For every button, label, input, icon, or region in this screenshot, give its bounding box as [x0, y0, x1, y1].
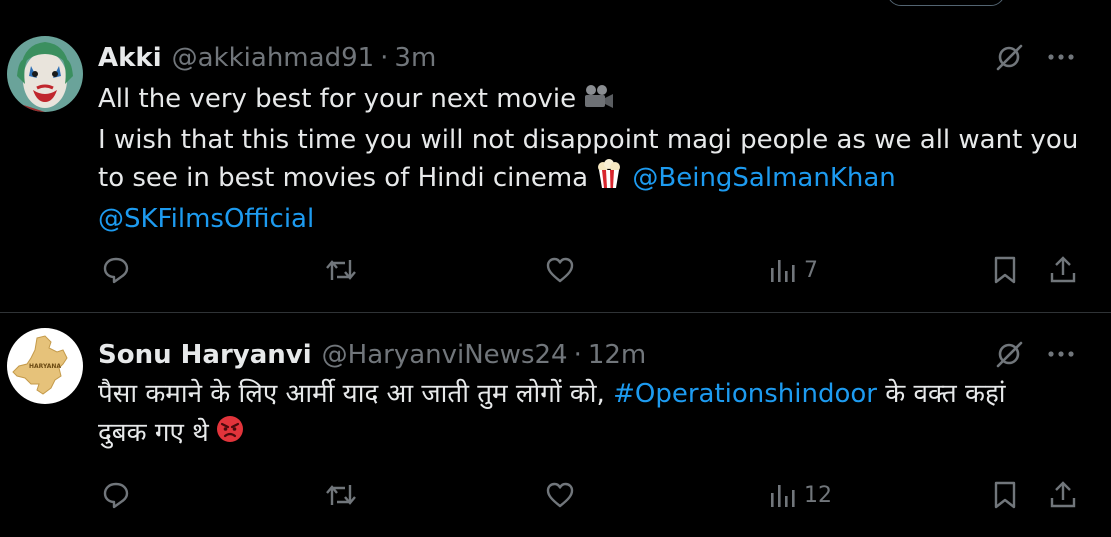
bookmark-button[interactable]: [992, 475, 1018, 515]
reply-button[interactable]: [101, 475, 131, 515]
heart-icon: [546, 257, 574, 283]
tweet-actions: 7: [0, 250, 1111, 290]
tweet-text: All the very best for your next movie I …: [98, 81, 1088, 238]
tweet-text-segment: के वक्त कहां: [885, 379, 1006, 409]
views-icon: [771, 260, 795, 282]
separator-dot: ·: [573, 340, 582, 370]
movie-camera-icon: [582, 84, 614, 122]
tweet[interactable]: Akki @akkiahmad91 · 3m All the very best…: [0, 22, 1111, 312]
like-button[interactable]: [545, 475, 575, 515]
tweet-line: पैसा कमाने के लिए आर्मी याद आ जाती तुम ल…: [98, 376, 1088, 414]
tweet-line: @SKFilmsOfficial: [98, 201, 1088, 239]
tweet-actions: 12: [0, 475, 1111, 515]
avatar[interactable]: [7, 36, 83, 112]
angry-face-icon: [215, 414, 245, 456]
views-icon: [771, 485, 795, 507]
tweet-text-segment: I wish that this time you will not disap…: [98, 124, 1079, 155]
repost-button[interactable]: [325, 250, 357, 290]
display-name[interactable]: Sonu Haryanvi: [98, 337, 312, 373]
user-handle[interactable]: @HaryanviNews24: [322, 337, 568, 373]
share-icon: [1050, 256, 1076, 283]
timestamp[interactable]: 12m: [588, 337, 646, 373]
bookmark-button[interactable]: [992, 250, 1018, 290]
user-handle[interactable]: @akkiahmad91: [172, 40, 375, 76]
tweet-line: I wish that this time you will not disap…: [98, 122, 1088, 160]
like-button[interactable]: [545, 250, 575, 290]
display-name[interactable]: Akki: [98, 40, 162, 76]
more-options-icon[interactable]: [1046, 52, 1076, 62]
timestamp[interactable]: 3m: [394, 40, 436, 76]
top-pill-button[interactable]: [887, 0, 1005, 6]
bookmark-icon: [994, 256, 1016, 284]
repost-icon: [326, 485, 356, 505]
repost-button[interactable]: [325, 475, 357, 515]
tweet-text: पैसा कमाने के लिए आर्मी याद आ जाती तुम ल…: [98, 376, 1088, 455]
timeline: Akki @akkiahmad91 · 3m All the very best…: [0, 0, 1111, 537]
tweet-header-actions: [994, 339, 1076, 369]
tweet-line: दुबक गए थे: [98, 414, 1088, 456]
bookmark-icon: [994, 481, 1016, 509]
popcorn-icon: [594, 159, 624, 201]
joker-avatar-icon: [7, 36, 83, 112]
views-count: 7: [804, 257, 818, 283]
mention-link[interactable]: @BeingSalmanKhan: [632, 163, 895, 193]
share-icon: [1050, 481, 1076, 508]
separator-dot: ·: [380, 43, 389, 73]
grok-icon[interactable]: [994, 42, 1024, 72]
reply-button[interactable]: [101, 250, 131, 290]
views-count: 12: [804, 482, 832, 508]
tweet-header-actions: [994, 42, 1076, 72]
haryana-map-avatar-icon: HARYANA: [7, 328, 83, 404]
share-button[interactable]: [1048, 250, 1078, 290]
tweet-line: All the very best for your next movie: [98, 81, 1088, 122]
svg-text:HARYANA: HARYANA: [29, 363, 61, 370]
more-options-icon[interactable]: [1046, 349, 1076, 359]
grok-icon[interactable]: [994, 339, 1024, 369]
tweet-text-segment: All the very best for your next movie: [98, 84, 577, 114]
heart-icon: [546, 482, 574, 508]
share-button[interactable]: [1048, 475, 1078, 515]
views-button[interactable]: 7: [768, 250, 818, 290]
mention-link[interactable]: @SKFilmsOfficial: [98, 204, 314, 234]
tweet-text-segment: दुबक गए थे: [98, 417, 209, 448]
tweet-text-segment: to see in best movies of Hindi cinema: [98, 163, 589, 193]
reply-icon: [103, 257, 129, 284]
tweet-text-segment: पैसा कमाने के लिए आर्मी याद आ जाती तुम ल…: [98, 379, 605, 409]
tweet-header: Sonu Haryanvi @HaryanviNews24 · 12m: [98, 337, 646, 373]
tweet-header: Akki @akkiahmad91 · 3m: [98, 40, 436, 76]
tweet[interactable]: HARYANA Sonu Haryanvi @HaryanviNews24 · …: [0, 313, 1111, 537]
reply-icon: [103, 482, 129, 509]
avatar[interactable]: HARYANA: [7, 328, 83, 404]
hashtag-link[interactable]: #Operationshindoor: [613, 379, 877, 409]
tweet-line: to see in best movies of Hindi cinema @B…: [98, 159, 1088, 201]
views-button[interactable]: 12: [768, 475, 832, 515]
repost-icon: [326, 260, 356, 280]
